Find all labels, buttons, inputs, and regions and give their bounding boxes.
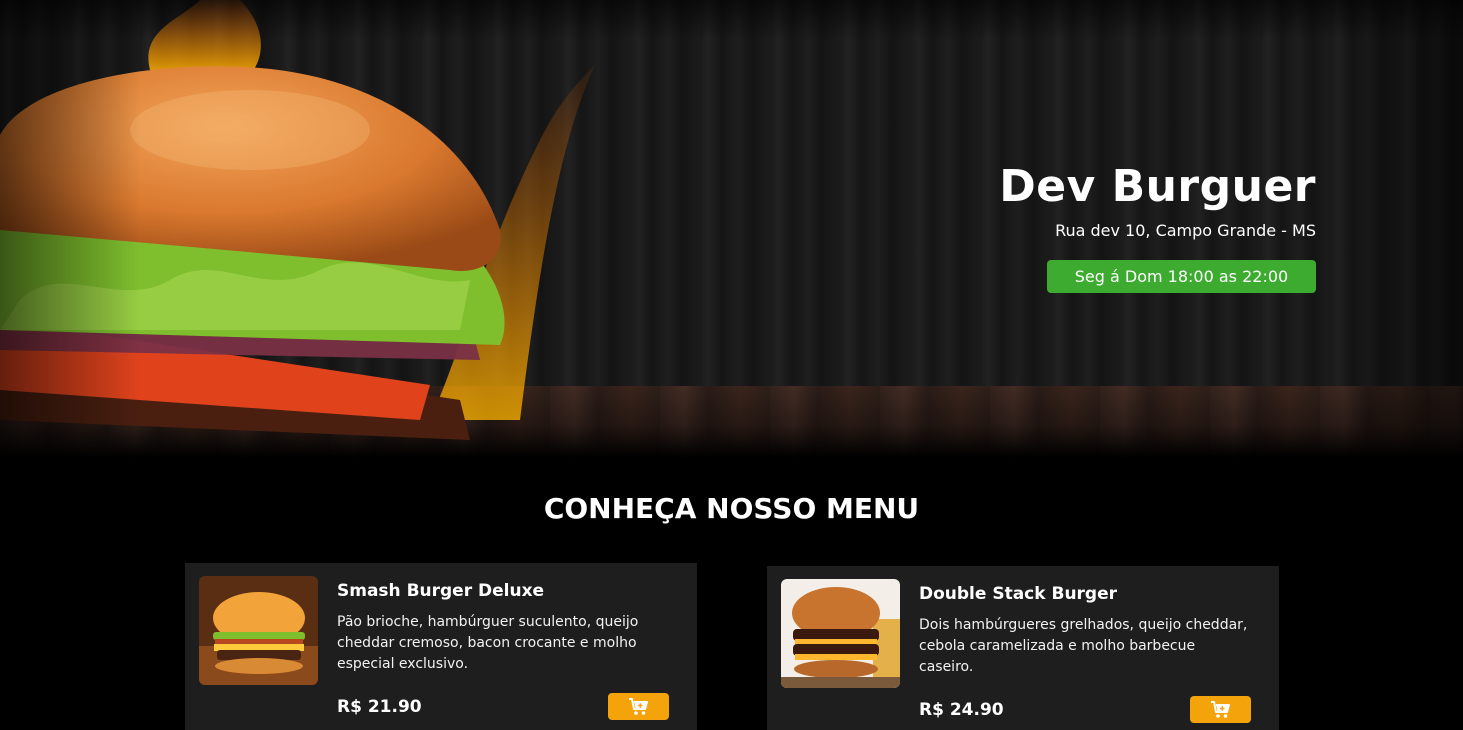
restaurant-name: Dev Burguer — [999, 161, 1316, 212]
menu-item-price: R$ 21.90 — [337, 697, 422, 717]
menu-item-card: Double Stack Burger Dois hambúrgueres gr… — [767, 566, 1279, 730]
opening-hours-badge: Seg á Dom 18:00 as 22:00 — [1047, 260, 1316, 293]
restaurant-address: Rua dev 10, Campo Grande - MS — [1055, 221, 1316, 240]
smash-burger-image — [199, 576, 318, 685]
menu-heading: CONHEÇA NOSSO MENU — [543, 492, 920, 525]
add-to-cart-button[interactable] — [1190, 696, 1251, 723]
burger-thumbnail — [199, 576, 318, 685]
hero-banner: Dev Burguer Rua dev 10, Campo Grande - M… — [0, 0, 1463, 458]
menu-item-description: Dois hambúrgueres grelhados, queijo ched… — [919, 617, 1248, 675]
menu-item-description: Pão brioche, hambúrguer suculento, queij… — [337, 614, 639, 672]
hero-shade-left — [0, 0, 140, 458]
menu-item-price: R$ 24.90 — [919, 700, 1004, 720]
double-stack-burger-image — [781, 579, 900, 688]
add-to-cart-icon — [1210, 700, 1230, 718]
hero-shade-right — [1323, 0, 1463, 458]
add-to-cart-button[interactable] — [608, 693, 669, 720]
burger-thumbnail — [781, 579, 900, 688]
menu-item-card: Smash Burger Deluxe Pão brioche, hambúrg… — [185, 563, 697, 730]
restaurant-info: Dev Burguer Rua dev 10, Campo Grande - M… — [896, 160, 1316, 293]
menu-item-name: Double Stack Burger — [919, 584, 1118, 604]
add-to-cart-icon — [628, 697, 648, 715]
menu-item-name: Smash Burger Deluxe — [337, 581, 545, 601]
